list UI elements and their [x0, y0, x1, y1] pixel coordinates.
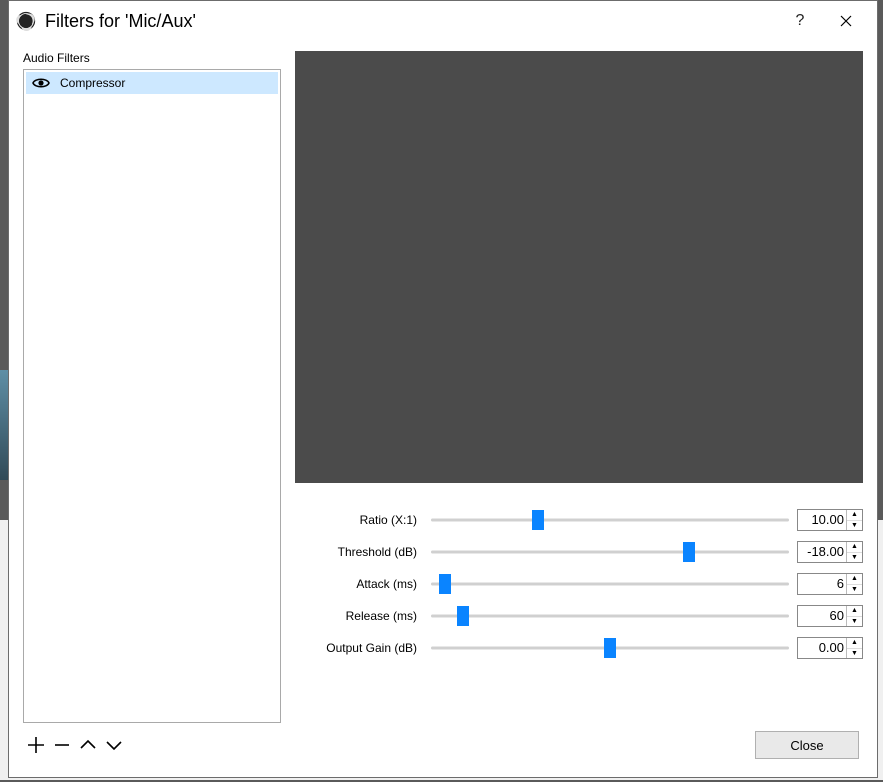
window-title: Filters for 'Mic/Aux': [45, 11, 777, 32]
spin-value[interactable]: 10.00: [798, 510, 846, 530]
titlebar: Filters for 'Mic/Aux' ?: [9, 1, 877, 41]
slider-thumb[interactable]: [532, 510, 544, 530]
slider-thumb[interactable]: [604, 638, 616, 658]
move-filter-up-button[interactable]: [75, 732, 101, 758]
release-spinbox[interactable]: 60 ▲ ▼: [797, 605, 863, 627]
release-slider[interactable]: [431, 605, 789, 627]
spin-arrows: ▲ ▼: [846, 606, 862, 626]
spin-value[interactable]: 60: [798, 606, 846, 626]
spin-up-icon[interactable]: ▲: [847, 606, 862, 617]
param-label: Output Gain (dB): [295, 641, 423, 655]
param-label: Release (ms): [295, 609, 423, 623]
spin-arrows: ▲ ▼: [846, 542, 862, 562]
spin-value[interactable]: 0.00: [798, 638, 846, 658]
close-window-button[interactable]: [823, 5, 869, 37]
spin-up-icon[interactable]: ▲: [847, 510, 862, 521]
param-row-threshold: Threshold (dB) -18.00 ▲ ▼: [295, 537, 863, 567]
ratio-slider[interactable]: [431, 509, 789, 531]
columns: Audio Filters Compressor: [23, 51, 863, 723]
audio-filters-label: Audio Filters: [23, 51, 281, 65]
spin-arrows: ▲ ▼: [846, 574, 862, 594]
move-filter-down-button[interactable]: [101, 732, 127, 758]
left-pane: Audio Filters Compressor: [23, 51, 281, 723]
spin-up-icon[interactable]: ▲: [847, 638, 862, 649]
spin-down-icon[interactable]: ▼: [847, 553, 862, 563]
obs-logo-icon: [15, 10, 37, 32]
param-row-attack: Attack (ms) 6 ▲ ▼: [295, 569, 863, 599]
close-button[interactable]: Close: [755, 731, 859, 759]
spin-down-icon[interactable]: ▼: [847, 585, 862, 595]
spin-down-icon[interactable]: ▼: [847, 617, 862, 627]
param-label: Attack (ms): [295, 577, 423, 591]
param-label: Threshold (dB): [295, 545, 423, 559]
spin-arrows: ▲ ▼: [846, 510, 862, 530]
right-pane: Ratio (X:1) 10.00 ▲ ▼: [295, 51, 863, 723]
slider-thumb[interactable]: [439, 574, 451, 594]
filter-preview: [295, 51, 863, 483]
threshold-spinbox[interactable]: -18.00 ▲ ▼: [797, 541, 863, 563]
slider-track: [431, 583, 789, 586]
slider-track: [431, 519, 789, 522]
attack-spinbox[interactable]: 6 ▲ ▼: [797, 573, 863, 595]
output-gain-slider[interactable]: [431, 637, 789, 659]
spin-down-icon[interactable]: ▼: [847, 521, 862, 531]
param-row-release: Release (ms) 60 ▲ ▼: [295, 601, 863, 631]
param-row-output-gain: Output Gain (dB) 0.00 ▲ ▼: [295, 633, 863, 663]
spin-up-icon[interactable]: ▲: [847, 542, 862, 553]
spin-arrows: ▲ ▼: [846, 638, 862, 658]
attack-slider[interactable]: [431, 573, 789, 595]
param-label: Ratio (X:1): [295, 513, 423, 527]
compressor-params: Ratio (X:1) 10.00 ▲ ▼: [295, 505, 863, 665]
slider-thumb[interactable]: [683, 542, 695, 562]
slider-track: [431, 615, 789, 618]
eye-icon[interactable]: [32, 76, 50, 90]
background-thumb: [0, 370, 8, 480]
ratio-spinbox[interactable]: 10.00 ▲ ▼: [797, 509, 863, 531]
filter-toolbar: [23, 732, 127, 758]
spin-down-icon[interactable]: ▼: [847, 649, 862, 659]
slider-thumb[interactable]: [457, 606, 469, 626]
filter-item-label: Compressor: [60, 76, 125, 90]
filter-item-compressor[interactable]: Compressor: [26, 72, 278, 94]
help-button[interactable]: ?: [777, 5, 823, 37]
dialog-body: Audio Filters Compressor: [9, 41, 877, 777]
filters-dialog: Filters for 'Mic/Aux' ? Audio Filters: [8, 0, 878, 778]
dialog-footer: Close: [23, 723, 863, 767]
filter-list[interactable]: Compressor: [23, 69, 281, 723]
spin-value[interactable]: 6: [798, 574, 846, 594]
threshold-slider[interactable]: [431, 541, 789, 563]
spin-value[interactable]: -18.00: [798, 542, 846, 562]
output-gain-spinbox[interactable]: 0.00 ▲ ▼: [797, 637, 863, 659]
spin-up-icon[interactable]: ▲: [847, 574, 862, 585]
slider-track: [431, 551, 789, 554]
remove-filter-button[interactable]: [49, 732, 75, 758]
param-row-ratio: Ratio (X:1) 10.00 ▲ ▼: [295, 505, 863, 535]
add-filter-button[interactable]: [23, 732, 49, 758]
